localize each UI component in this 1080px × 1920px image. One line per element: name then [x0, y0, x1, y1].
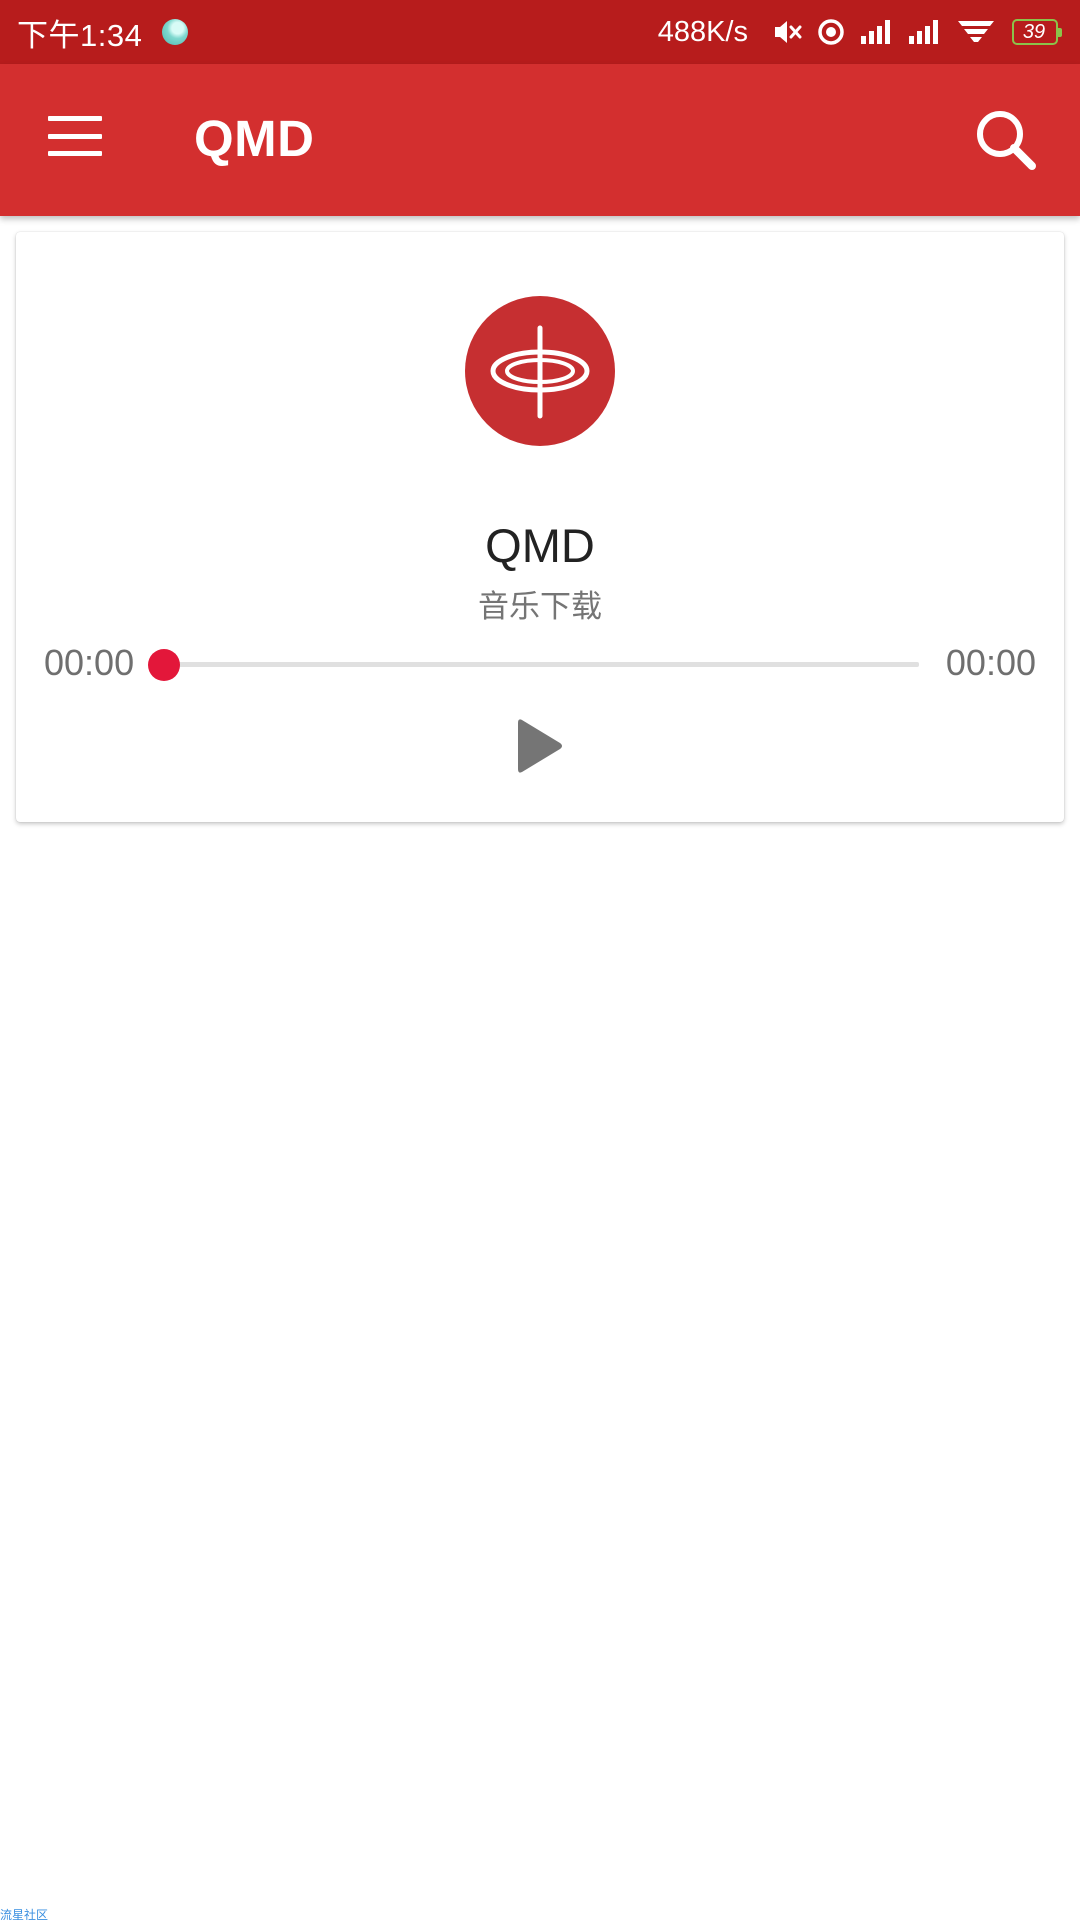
total-time: 00:00 [945, 642, 1036, 683]
watermark: 流星社区 [0, 1908, 49, 1920]
play-icon [518, 719, 562, 773]
signal-icon [860, 18, 894, 46]
seek-thumb[interactable] [148, 649, 180, 681]
track-subtitle: 音乐下载 [478, 589, 602, 624]
network-speed: 488K/s [657, 15, 748, 48]
app-notification-icon [162, 19, 189, 45]
signal-icon [908, 18, 942, 46]
battery-level: 39 [1022, 20, 1046, 43]
seek-track [164, 662, 919, 667]
search-icon[interactable] [974, 108, 1038, 172]
menu-line [48, 133, 102, 139]
track-title: QMD [485, 519, 595, 572]
hamburger-menu-icon[interactable] [48, 116, 102, 156]
wifi-icon [956, 17, 996, 47]
spinning-disc-icon [490, 325, 590, 419]
vibrate-icon [772, 17, 802, 47]
seek-bar[interactable] [148, 626, 919, 702]
player-card: QMD 音乐下载 00:00 00:00 [16, 232, 1064, 822]
elapsed-time: 00:00 [44, 642, 135, 683]
status-right: 488K/s 39 [657, 15, 1062, 49]
status-left: 下午1:34 [17, 10, 189, 55]
menu-line [48, 116, 102, 121]
play-button[interactable] [506, 712, 574, 780]
location-icon [816, 17, 846, 47]
menu-line [48, 151, 102, 156]
battery-icon: 39 [1012, 19, 1062, 45]
app-title: QMD [194, 110, 315, 167]
status-time: 下午1:34 [17, 17, 143, 53]
album-art [465, 296, 615, 446]
screen: 下午1:34 488K/s 39 QMD QMD 音乐下载 00:00 00:0… [0, 0, 1080, 1920]
app-bar: QMD [0, 64, 1080, 216]
status-bar: 下午1:34 488K/s 39 [0, 0, 1080, 64]
